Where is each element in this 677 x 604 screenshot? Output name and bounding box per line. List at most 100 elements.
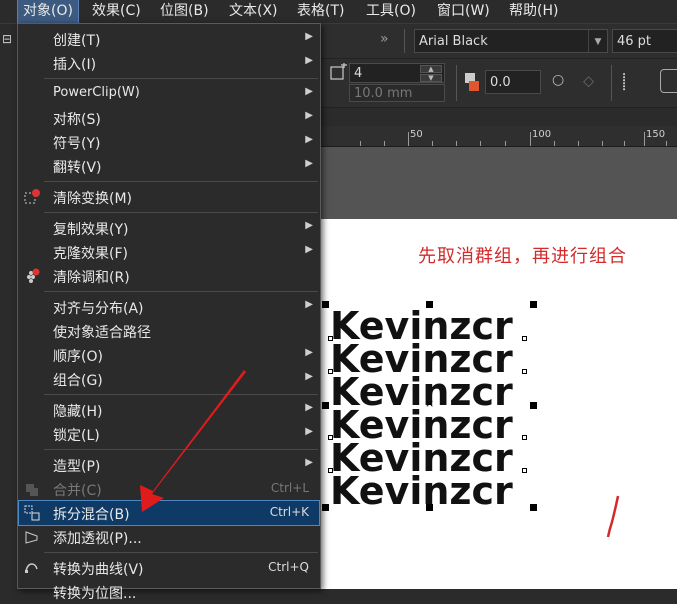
menu-item-convert-curves[interactable]: 转换为曲线(V) Ctrl+Q — [19, 556, 319, 580]
selection-handle[interactable] — [530, 402, 537, 409]
selection-handle[interactable] — [322, 504, 329, 511]
blend-steps-icon — [330, 63, 347, 80]
font-family-value: Arial Black — [419, 34, 488, 49]
ruler-tick — [384, 141, 385, 146]
canvas-text-line[interactable]: Kevinzcr — [330, 472, 513, 510]
blend-node[interactable] — [328, 435, 333, 440]
menu-separator — [44, 78, 318, 79]
menu-item-group[interactable]: 组合(G) ▶ — [19, 367, 319, 391]
steps-down-button[interactable]: ▼ — [420, 74, 442, 82]
menu-item-break-apart[interactable]: 拆分混合(B) Ctrl+K — [18, 500, 320, 526]
menu-effects[interactable]: 效果(C) — [92, 0, 141, 23]
submenu-arrow-icon: ▶ — [305, 244, 313, 255]
menu-item-label: 清除变换(M) — [53, 191, 133, 207]
menu-separator — [44, 394, 318, 395]
menu-separator — [44, 552, 318, 553]
blend-node[interactable] — [522, 468, 527, 473]
submenu-arrow-icon: ▶ — [305, 86, 313, 97]
menu-item-copy-effect[interactable]: 复制效果(Y) ▶ — [19, 216, 319, 240]
submenu-arrow-icon: ▶ — [305, 426, 313, 437]
steps-up-button[interactable]: ▲ — [420, 65, 442, 73]
toolbar-divider — [456, 65, 457, 101]
menu-table[interactable]: 表格(T) — [297, 0, 344, 23]
annotation-note: 先取消群组，再进行组合 — [418, 246, 627, 267]
submenu-arrow-icon: ▶ — [305, 220, 313, 231]
color-blend-icon[interactable]: ⬦ — [583, 71, 594, 91]
menu-item-label: 造型(P) — [53, 459, 101, 475]
selection-handle[interactable] — [322, 402, 329, 409]
menu-item-fit-path[interactable]: 使对象适合路径 — [19, 319, 319, 343]
menu-item-flip[interactable]: 翻转(V) ▶ — [19, 154, 319, 178]
selection-handle[interactable] — [530, 301, 537, 308]
blend-spacing-input[interactable]: 10.0 mm — [349, 84, 445, 102]
menu-item-order[interactable]: 顺序(O) ▶ — [19, 343, 319, 367]
ruler-tick — [432, 141, 433, 146]
menu-window[interactable]: 窗口(W) — [437, 0, 490, 23]
menu-text[interactable]: 文本(X) — [229, 0, 278, 23]
blend-direction-value: 0.0 — [490, 75, 511, 90]
ruler-label-150: 150 — [646, 129, 666, 140]
ruler-tick — [624, 141, 625, 146]
menu-item-hide[interactable]: 隐藏(H) ▶ — [19, 398, 319, 422]
blend-node[interactable] — [328, 468, 333, 473]
overflow-chevron-icon[interactable]: » — [380, 31, 389, 47]
ruler-tick — [456, 141, 457, 146]
menu-help[interactable]: 帮助(H) — [509, 0, 558, 23]
menu-separator — [44, 291, 318, 292]
menu-item-insert[interactable]: 插入(I) ▶ — [19, 51, 319, 75]
menu-item-convert-bitmap[interactable]: 转换为位图... — [19, 580, 319, 604]
submenu-arrow-icon: ▶ — [305, 402, 313, 413]
ruler-tick — [644, 132, 645, 146]
blend-direction-input[interactable]: 0.0 — [485, 70, 541, 94]
menu-item-clone-effect[interactable]: 克隆效果(F) ▶ — [19, 240, 319, 264]
selection-handle[interactable] — [322, 301, 329, 308]
menu-item-clear-transform[interactable]: 清除变换(M) — [19, 185, 319, 209]
menu-item-symmetry[interactable]: 对称(S) ▶ — [19, 106, 319, 130]
menu-item-create[interactable]: 创建(T) ▶ — [19, 27, 319, 51]
blend-node[interactable] — [328, 369, 333, 374]
blend-direction-icon[interactable] — [463, 71, 483, 93]
menu-item-add-perspective[interactable]: 添加透视(P)... — [19, 525, 319, 549]
menu-item-label: 转换为位图... — [53, 586, 137, 602]
pick-tool-icon[interactable]: ⊟ — [2, 32, 12, 46]
menu-tools[interactable]: 工具(O) — [366, 0, 416, 23]
menu-item-label: 隐藏(H) — [53, 404, 103, 420]
menu-item-lock[interactable]: 锁定(L) ▶ — [19, 422, 319, 446]
menu-item-symbol[interactable]: 符号(Y) ▶ — [19, 130, 319, 154]
menu-item-clear-blend[interactable]: 清除调和(R) — [19, 264, 319, 288]
menu-item-label: 对齐与分布(A) — [53, 301, 144, 317]
blend-node[interactable] — [328, 336, 333, 341]
blend-node[interactable] — [522, 435, 527, 440]
clear-transform-icon — [24, 189, 40, 204]
menu-item-align-distribute[interactable]: 对齐与分布(A) ▶ — [19, 295, 319, 319]
menu-bitmap[interactable]: 位图(B) — [160, 0, 209, 23]
blend-node[interactable] — [522, 369, 527, 374]
menu-item-label: 克隆效果(F) — [53, 246, 128, 262]
selection-handle[interactable] — [530, 504, 537, 511]
more-options-icon[interactable] — [660, 69, 677, 93]
center-marker-icon: × — [425, 397, 435, 410]
menu-item-label: 创建(T) — [53, 33, 101, 49]
selection-handle[interactable] — [426, 504, 433, 511]
ruler-tick — [666, 141, 667, 146]
menu-item-powerclip[interactable]: PowerClip(W) ▶ — [19, 82, 319, 106]
menu-object[interactable]: 对象(O) — [17, 0, 79, 24]
font-family-select[interactable]: Arial Black ▼ — [414, 29, 608, 53]
ruler-tick — [530, 132, 531, 146]
menu-separator — [44, 449, 318, 450]
font-size-select[interactable]: 46 pt — [612, 29, 677, 53]
selection-handle[interactable] — [426, 301, 433, 308]
menu-item-shortcut: Ctrl+L — [270, 481, 309, 495]
menu-item-label: 锁定(L) — [53, 428, 100, 444]
submenu-arrow-icon: ▶ — [305, 55, 313, 66]
path-properties-icon[interactable]: ⸽ — [622, 70, 626, 92]
menu-item-label: 符号(Y) — [53, 136, 101, 152]
menu-item-shaping[interactable]: 造型(P) ▶ — [19, 453, 319, 477]
loop-blend-icon[interactable]: ○ — [552, 72, 564, 88]
red-scribble — [606, 495, 620, 538]
blend-steps-input[interactable]: 4 ▲ ▼ — [349, 63, 445, 83]
menu-item-combine[interactable]: 合并(C) Ctrl+L — [19, 477, 319, 501]
submenu-arrow-icon: ▶ — [305, 134, 313, 145]
menu-item-label: 复制效果(Y) — [53, 222, 129, 238]
blend-node[interactable] — [522, 336, 527, 341]
